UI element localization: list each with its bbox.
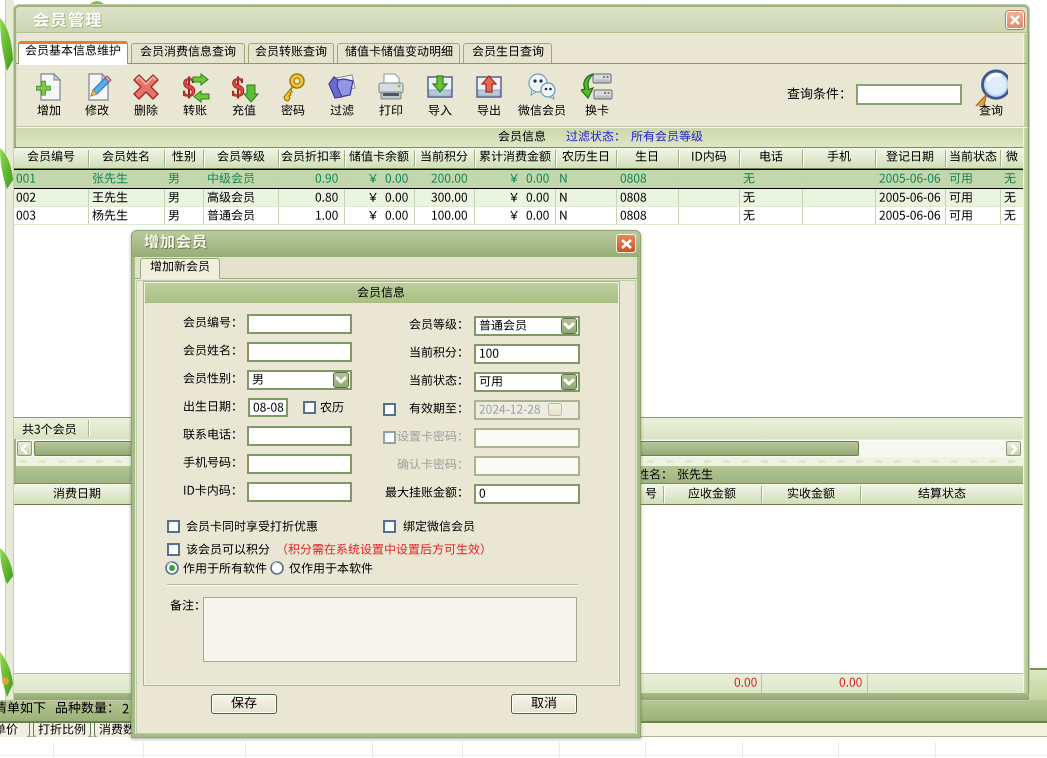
svg-text:$: $: [232, 73, 245, 102]
